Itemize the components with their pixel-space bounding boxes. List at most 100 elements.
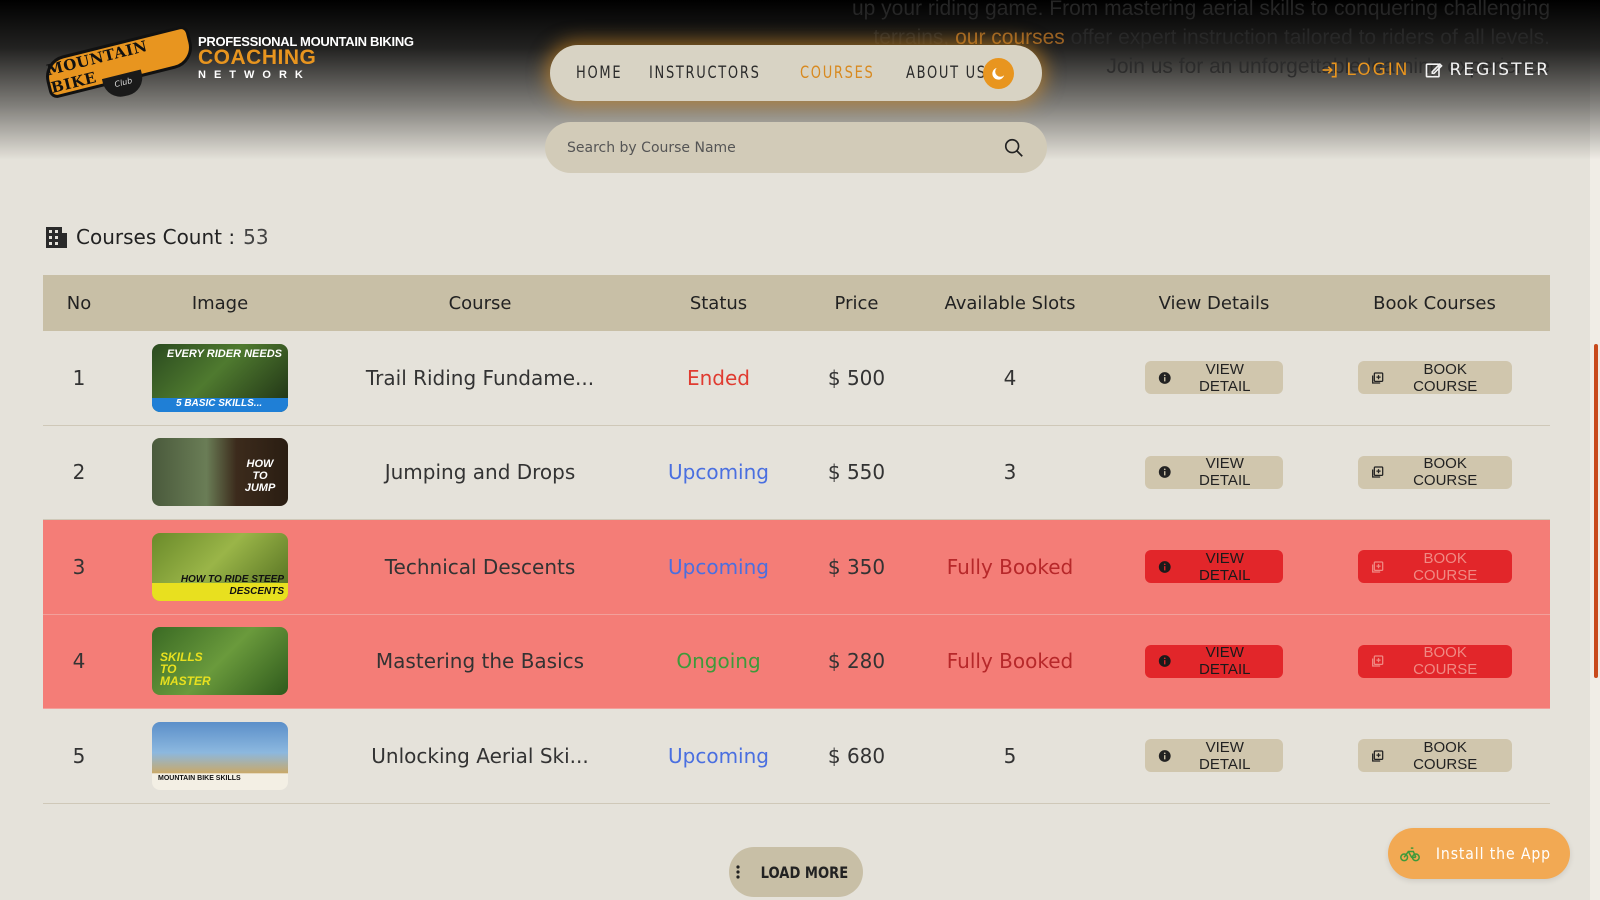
courses-count-value: 53 xyxy=(243,225,269,249)
auth-links: LOGIN REGISTER xyxy=(1320,60,1550,80)
row-course: Technical Descents xyxy=(384,554,576,579)
table-row: 5 MOUNTAIN BIKE SKILLS Unlocking Aerial … xyxy=(43,709,1550,804)
row-price: $ 550 xyxy=(827,460,886,485)
courses-count: Courses Count : 53 xyxy=(44,224,269,250)
row-status: Upcoming xyxy=(668,554,769,579)
thumbnail-text: EVERY RIDER NEEDS xyxy=(166,347,282,360)
more-vertical-icon xyxy=(735,865,740,879)
thumbnail-bar: 5 BASIC SKILLS... xyxy=(152,397,288,412)
row-view-cell: VIEW DETAIL xyxy=(1109,738,1319,773)
view-detail-button[interactable]: VIEW DETAIL xyxy=(1145,738,1283,773)
row-price: $ 350 xyxy=(827,554,886,579)
add-calendar-icon xyxy=(1371,466,1383,478)
scrollbar-thumb[interactable] xyxy=(1594,344,1598,678)
login-icon xyxy=(1322,62,1338,78)
row-view-cell: VIEW DETAIL xyxy=(1109,644,1319,679)
row-course: Unlocking Aerial Ski... xyxy=(371,743,589,768)
book-course-label: BOOK COURSE xyxy=(1413,644,1478,679)
row-view-cell: VIEW DETAIL xyxy=(1109,360,1319,395)
row-image-cell: EVERY RIDER NEEDS 5 BASIC SKILLS... xyxy=(115,343,325,412)
row-price: $ 500 xyxy=(827,365,886,390)
view-detail-label: VIEW DETAIL xyxy=(1199,360,1251,395)
row-slots: 5 xyxy=(1003,743,1017,768)
course-thumbnail[interactable]: MOUNTAIN BIKE SKILLS xyxy=(152,721,288,790)
row-slots: Fully Booked xyxy=(946,554,1074,579)
row-slots: 4 xyxy=(1003,365,1017,390)
book-course-button[interactable]: BOOK COURSE xyxy=(1357,644,1512,679)
table-row: 3 HOW TO RIDE STEEP DESCENTS Technical D… xyxy=(43,520,1550,615)
view-detail-button[interactable]: VIEW DETAIL xyxy=(1145,549,1283,584)
view-detail-label: VIEW DETAIL xyxy=(1199,644,1251,679)
thumbnail-text: SKILLS TO MASTER xyxy=(160,650,211,689)
row-course: Mastering the Basics xyxy=(375,649,585,674)
add-calendar-icon xyxy=(1371,655,1383,667)
add-calendar-icon xyxy=(1371,372,1383,384)
row-price: $ 280 xyxy=(827,649,886,674)
book-course-button[interactable]: BOOK COURSE xyxy=(1357,739,1512,773)
search-input[interactable] xyxy=(567,139,1003,156)
hero-line-2-post: offer expert instruction tailored to rid… xyxy=(1064,26,1550,49)
edit-icon xyxy=(1425,62,1443,78)
thumbnail-text: MOUNTAIN BIKE SKILLS xyxy=(158,774,241,782)
view-detail-label: VIEW DETAIL xyxy=(1199,549,1251,584)
nav-courses[interactable]: COURSES xyxy=(800,63,874,83)
row-view-cell: VIEW DETAIL xyxy=(1109,549,1319,584)
course-thumbnail[interactable]: EVERY RIDER NEEDS 5 BASIC SKILLS... xyxy=(152,343,288,412)
thumbnail-bar-text: 5 BASIC SKILLS... xyxy=(176,397,263,409)
row-book-cell: BOOK COURSE xyxy=(1319,360,1550,395)
book-course-button[interactable]: BOOK COURSE xyxy=(1357,455,1512,490)
load-more-button[interactable]: LOAD MORE xyxy=(729,847,863,897)
row-book-cell: BOOK COURSE xyxy=(1319,644,1550,679)
site-logo[interactable]: MOUNTAIN BIKE Club PROFESSIONAL MOUNTAIN… xyxy=(41,24,414,101)
courses-count-label: Courses Count : xyxy=(76,225,236,249)
main-nav: HOME INSTRUCTORS COURSES ABOUT US xyxy=(550,45,1042,101)
row-slots: Fully Booked xyxy=(946,649,1074,674)
thumbnail-text: HOW TO JUMP xyxy=(244,458,276,495)
book-course-label: BOOK COURSE xyxy=(1413,549,1478,584)
install-app-button[interactable]: Install the App xyxy=(1388,828,1570,879)
theme-toggle-button[interactable] xyxy=(983,58,1014,89)
nav-home[interactable]: HOME xyxy=(576,63,622,83)
row-no: 3 xyxy=(72,554,86,579)
table-row: 4 SKILLS TO MASTER Mastering the Basics … xyxy=(43,614,1550,709)
thumbnail-bar: HOW TO RIDE STEEP DESCENTS xyxy=(152,574,288,601)
row-book-cell: BOOK COURSE xyxy=(1319,549,1550,584)
row-slots: 3 xyxy=(1003,460,1017,485)
view-detail-button[interactable]: VIEW DETAIL xyxy=(1145,455,1283,490)
col-price: Price xyxy=(834,292,879,314)
building-icon xyxy=(46,227,67,248)
book-course-label: BOOK COURSE xyxy=(1413,455,1478,490)
book-course-button[interactable]: BOOK COURSE xyxy=(1357,360,1512,395)
register-label: REGISTER xyxy=(1449,60,1550,80)
row-book-cell: BOOK COURSE xyxy=(1319,739,1550,773)
view-detail-label: VIEW DETAIL xyxy=(1199,455,1251,490)
logo-badge: MOUNTAIN BIKE Club xyxy=(41,24,197,101)
view-detail-label: VIEW DETAIL xyxy=(1199,738,1251,773)
login-link[interactable]: LOGIN xyxy=(1320,60,1409,80)
row-image-cell: SKILLS TO MASTER xyxy=(115,627,325,696)
course-thumbnail[interactable]: HOW TO RIDE STEEP DESCENTS xyxy=(152,532,288,601)
course-thumbnail[interactable]: SKILLS TO MASTER xyxy=(152,627,288,696)
row-status: Upcoming xyxy=(668,460,769,485)
logo-line-2: COACHING xyxy=(198,46,317,69)
col-image: Image xyxy=(191,292,249,314)
row-book-cell: BOOK COURSE xyxy=(1319,455,1550,490)
info-icon xyxy=(1158,655,1171,668)
nav-about-us[interactable]: ABOUT US xyxy=(906,63,987,83)
row-image-cell: HOW TO JUMP xyxy=(115,438,325,507)
row-status: Upcoming xyxy=(668,743,769,768)
view-detail-button[interactable]: VIEW DETAIL xyxy=(1145,644,1283,679)
moon-icon xyxy=(992,67,1005,80)
row-course: Trail Riding Fundame... xyxy=(365,365,595,390)
row-price: $ 680 xyxy=(827,743,886,768)
register-link[interactable]: REGISTER xyxy=(1424,60,1550,80)
add-calendar-icon xyxy=(1371,561,1383,573)
logo-text: PROFESSIONAL MOUNTAIN BIKING COACHING NE… xyxy=(198,34,414,81)
nav-instructors[interactable]: INSTRUCTORS xyxy=(649,63,761,83)
course-thumbnail[interactable]: HOW TO JUMP xyxy=(152,438,288,507)
book-course-button[interactable]: BOOK COURSE xyxy=(1357,549,1512,584)
view-detail-button[interactable]: VIEW DETAIL xyxy=(1145,360,1283,395)
search-icon[interactable] xyxy=(1003,137,1025,159)
add-calendar-icon xyxy=(1371,750,1383,762)
book-course-label: BOOK COURSE xyxy=(1413,360,1478,395)
